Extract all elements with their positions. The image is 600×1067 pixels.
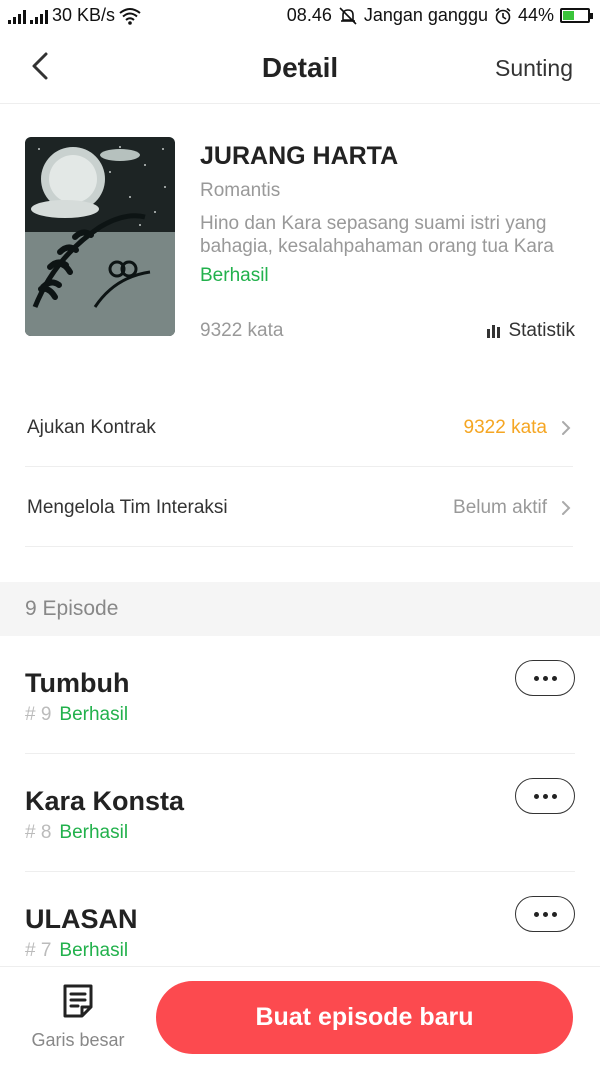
book-word-count: 9322 kata	[200, 320, 284, 341]
episode-title[interactable]: Tumbuh	[25, 668, 129, 699]
network-speed: 30 KB/s	[52, 5, 116, 25]
interaction-team-label: Mengelola Tim Interaksi	[27, 497, 228, 518]
episode-item[interactable]: Tumbuh # 9 Berhasil	[25, 636, 575, 754]
episode-number: # 8	[25, 822, 52, 843]
bottom-bar: Garis besar Buat episode baru	[0, 966, 600, 1067]
more-dots-icon	[533, 793, 557, 799]
status-bar: 30 KB/s 08.46 Jangan ganggu 44%	[0, 0, 600, 32]
episode-title[interactable]: ULASAN	[25, 904, 138, 935]
wifi-icon	[119, 7, 141, 25]
new-episode-button[interactable]: Buat episode baru	[156, 981, 573, 1054]
interaction-team-value: Belum aktif	[453, 497, 547, 518]
interaction-team-row[interactable]: Mengelola Tim Interaksi Belum aktif	[25, 467, 573, 547]
outline-label: Garis besar	[31, 1030, 125, 1050]
episode-number: # 9	[25, 704, 52, 725]
more-options-button[interactable]	[515, 778, 575, 814]
clock: 08.46	[286, 5, 332, 25]
contract-value: 9322 kata	[463, 417, 547, 438]
episode-status: Berhasil	[59, 822, 129, 843]
outline-button[interactable]: Garis besar	[20, 983, 136, 1053]
more-dots-icon	[533, 675, 557, 681]
chevron-right-icon	[562, 421, 571, 435]
signal-icon	[8, 8, 26, 24]
mute-bell-icon	[339, 6, 357, 25]
book-cover-image	[25, 137, 175, 336]
more-dots-icon	[533, 911, 557, 917]
bar-chart-icon	[487, 324, 501, 338]
episode-item[interactable]: Kara Konsta # 8 Berhasil	[25, 754, 575, 872]
battery-percent: 44%	[517, 5, 554, 25]
signal-icon-2	[30, 8, 48, 24]
book-synopsis: Hino dan Kara sepasang suami istri yang …	[200, 213, 554, 257]
alarm-icon	[495, 7, 511, 24]
document-list-icon	[63, 984, 93, 1018]
book-cover[interactable]	[25, 137, 175, 336]
episode-status: Berhasil	[59, 940, 129, 961]
statistics-button[interactable]: Statistik	[487, 320, 575, 342]
statistics-label: Statistik	[508, 320, 575, 341]
chevron-right-icon	[562, 501, 571, 515]
dnd-label: Jangan ganggu	[363, 5, 488, 25]
battery-icon	[560, 8, 593, 23]
book-title: JURANG HARTA	[200, 142, 399, 170]
battery-level	[563, 11, 575, 20]
episode-title[interactable]: Kara Konsta	[25, 786, 184, 817]
contract-row[interactable]: Ajukan Kontrak 9322 kata	[25, 387, 573, 467]
episode-meta: # 9 Berhasil	[25, 704, 128, 726]
episodes-section-header: 9 Episode	[0, 582, 600, 636]
edit-button[interactable]: Sunting	[495, 55, 573, 82]
top-bar: Detail Sunting	[0, 32, 600, 104]
episodes-count: 9 Episode	[25, 597, 119, 620]
episode-status: Berhasil	[59, 704, 129, 725]
more-options-button[interactable]	[515, 896, 575, 932]
episode-number: # 7	[25, 940, 52, 961]
contract-label: Ajukan Kontrak	[27, 417, 156, 438]
episode-meta: # 8 Berhasil	[25, 822, 128, 844]
more-options-button[interactable]	[515, 660, 575, 696]
book-status: Berhasil	[200, 265, 269, 286]
episode-meta: # 7 Berhasil	[25, 940, 128, 962]
book-genre: Romantis	[200, 180, 281, 201]
